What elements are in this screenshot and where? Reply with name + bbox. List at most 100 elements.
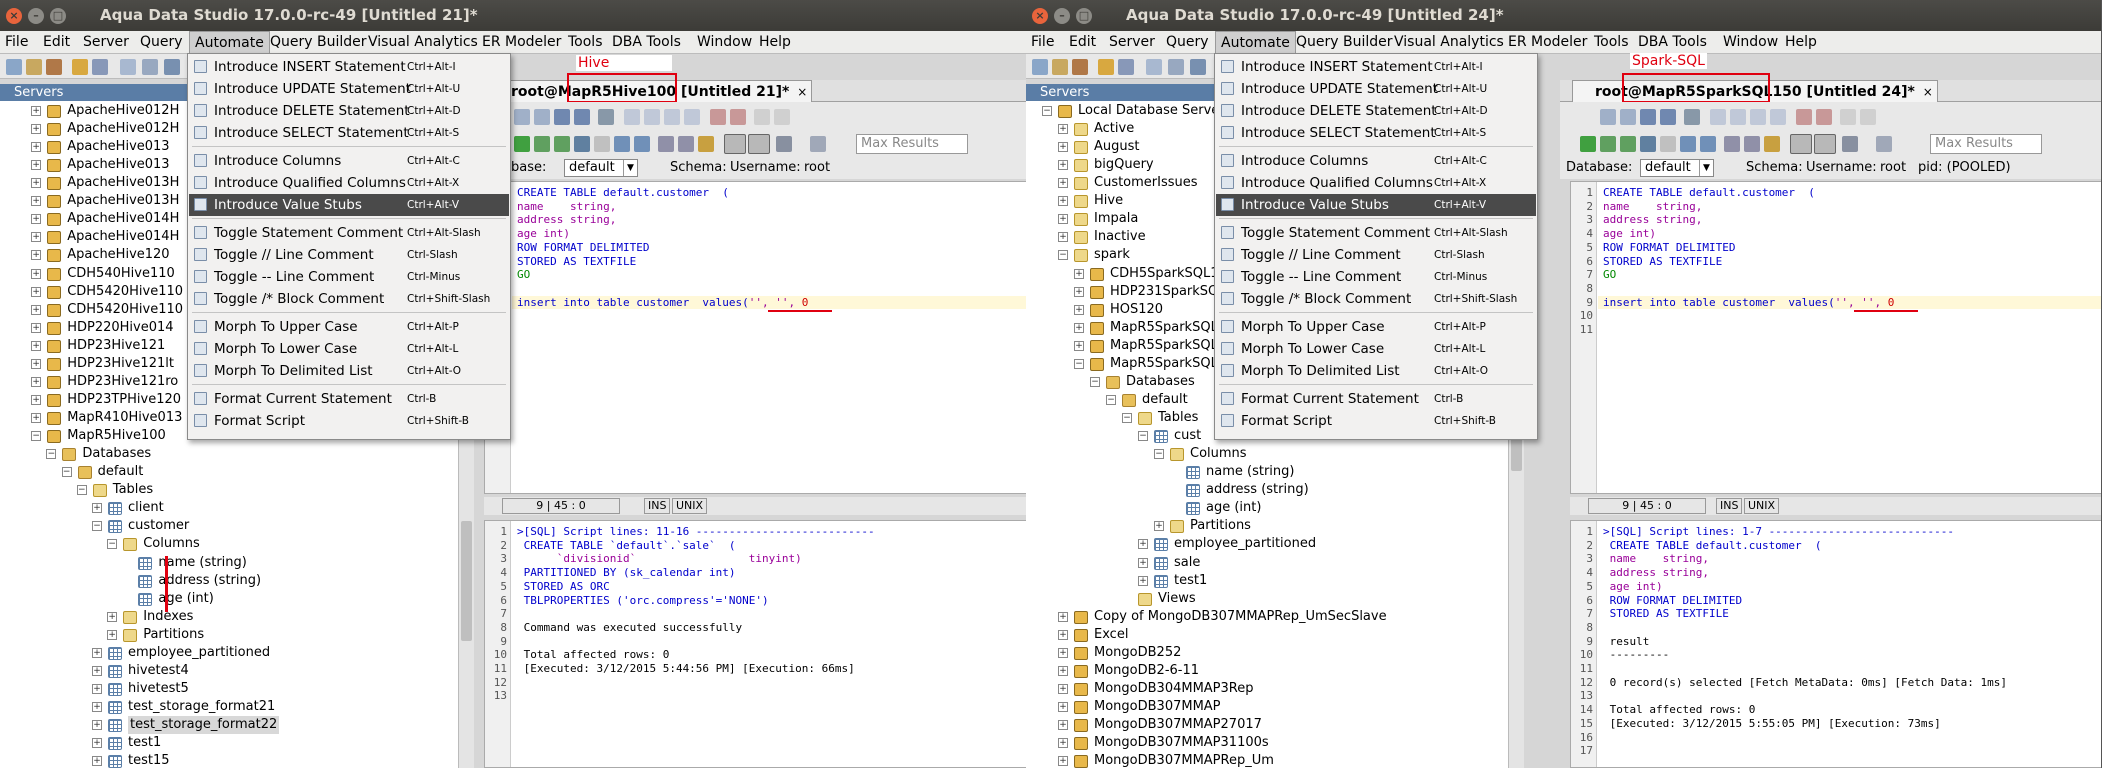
tree-node[interactable]: Excel (1094, 626, 1128, 644)
close-window-icon[interactable]: × (6, 8, 22, 24)
explain-icon[interactable] (574, 136, 590, 152)
tree-node[interactable]: address (string) (158, 572, 261, 590)
tree-node[interactable]: Databases (1126, 373, 1195, 391)
tree-node[interactable]: ApacheHive013H (67, 192, 179, 210)
tree-node[interactable]: bigQuery (1094, 156, 1154, 174)
tree-node[interactable]: Hive (1094, 192, 1123, 210)
tree-node[interactable]: hivetest4 (128, 662, 189, 680)
tree-node[interactable]: ApacheHive013 (67, 156, 169, 174)
menu-window[interactable]: Window (1718, 31, 1783, 54)
expand-icon[interactable]: + (1138, 575, 1148, 586)
expand-icon[interactable]: + (1154, 521, 1164, 532)
tree-node[interactable]: HDP23TPHive120 (67, 391, 181, 409)
collapse-icon[interactable]: − (1042, 106, 1052, 116)
tree-node[interactable]: MapR410Hive013 (67, 409, 182, 427)
menu-item-format-current-statement[interactable]: Format Current Statement Ctrl-B (1216, 388, 1536, 410)
expand-icon[interactable]: + (1074, 304, 1084, 315)
expand-icon[interactable]: + (31, 358, 42, 369)
find-icon[interactable] (684, 109, 700, 125)
menu-item-introduce-qualified-columns[interactable]: Introduce Qualified Columns Ctrl+Alt-X (1216, 172, 1536, 194)
collapse-icon[interactable]: − (1138, 431, 1148, 442)
menu-item-format-script[interactable]: Format Script Ctrl+Shift-B (189, 410, 509, 432)
menu-item-morph-to-delimited-list[interactable]: Morph To Delimited List Ctrl+Alt-O (189, 360, 509, 382)
menu-dba-tools[interactable]: DBA Tools (607, 31, 686, 54)
edit-server-icon[interactable] (1052, 59, 1068, 75)
tree-node[interactable]: August (1094, 138, 1140, 156)
cut-icon[interactable] (1730, 109, 1746, 125)
expand-icon[interactable]: + (1058, 196, 1068, 207)
expand-icon[interactable]: + (31, 286, 42, 297)
redo-icon[interactable] (730, 109, 746, 125)
expand-icon[interactable]: + (31, 304, 42, 315)
tree-node[interactable]: MapR5SparkSQL1 (1110, 319, 1226, 337)
expand-icon[interactable]: + (1138, 539, 1148, 550)
expand-icon[interactable]: + (1058, 178, 1068, 189)
expand-icon[interactable]: + (92, 647, 102, 658)
menu-item-introduce-value-stubs[interactable]: Introduce Value Stubs Ctrl+Alt-V (1216, 194, 1536, 216)
menu-item-morph-to-lower-case[interactable]: Morph To Lower Case Ctrl+Alt-L (189, 338, 509, 360)
menu-item-morph-to-delimited-list[interactable]: Morph To Delimited List Ctrl+Alt-O (1216, 360, 1536, 382)
menu-server[interactable]: Server (1104, 31, 1160, 54)
menu-visual-analytics[interactable]: Visual Analytics (1389, 31, 1509, 54)
results-tree-icon[interactable] (698, 136, 714, 152)
paste-icon[interactable] (664, 109, 680, 125)
menu-query-builder[interactable]: Query Builder (1291, 31, 1398, 54)
tree-node[interactable]: MongoDB252 (1094, 644, 1181, 662)
expand-icon[interactable]: + (1058, 142, 1068, 153)
tree-node[interactable]: CDH5420Hive110 (67, 301, 183, 319)
tree-node[interactable]: Inactive (1094, 228, 1146, 246)
execute-icon[interactable] (514, 136, 530, 152)
database-select[interactable]: default ▼ (1640, 159, 1714, 177)
menu-item-morph-to-lower-case[interactable]: Morph To Lower Case Ctrl+Alt-L (1216, 338, 1536, 360)
tree-node[interactable]: HDP231SparkSQL (1110, 283, 1226, 301)
expand-icon[interactable]: + (1058, 738, 1068, 749)
expand-icon[interactable]: + (92, 720, 102, 731)
er-icon[interactable] (164, 59, 180, 75)
menu-query-builder[interactable]: Query Builder (265, 31, 372, 54)
menu-query[interactable]: Query (1161, 31, 1214, 54)
expand-icon[interactable]: + (1074, 268, 1084, 279)
open-icon[interactable] (1620, 109, 1636, 125)
tree-node[interactable]: MongoDB307MMAP (1094, 698, 1221, 716)
print-icon[interactable] (598, 109, 614, 125)
sql-editor[interactable]: 123456789CREATE TABLE default.customer (… (484, 181, 1049, 494)
menu-item-toggle-line-comment[interactable]: Toggle -- Line Comment Ctrl-Minus (1216, 266, 1536, 288)
query-window-icon[interactable] (120, 59, 136, 75)
execute-edit-icon[interactable] (1620, 136, 1636, 152)
disconnect-icon[interactable] (1118, 59, 1134, 75)
tree-node[interactable]: Copy of MongoDB307MMAPRep_UmSecSlave (1094, 608, 1387, 626)
tree-node[interactable]: test15 (128, 752, 170, 768)
font-smaller-icon[interactable] (774, 109, 790, 125)
close-window-icon[interactable]: × (1032, 8, 1048, 24)
remove-server-icon[interactable] (46, 59, 62, 75)
expand-icon[interactable]: + (107, 629, 118, 640)
undo-icon[interactable] (710, 109, 726, 125)
menu-item-introduce-select-statement[interactable]: Introduce SELECT Statement Ctrl+Alt-S (1216, 122, 1536, 144)
tree-node[interactable]: Partitions (143, 626, 204, 644)
tree-node[interactable]: Local Database Servers (1078, 102, 1231, 120)
split-horizontal-icon[interactable] (1814, 134, 1836, 154)
tree-node[interactable]: MongoDB304MMAP3Rep (1094, 680, 1254, 698)
new-server-icon[interactable] (1032, 59, 1048, 75)
sql-editor[interactable]: 1 2 3 4 5 6 7 8 9 10 11 CREATE TABLE default.custom… (1570, 181, 2101, 494)
expand-icon[interactable]: + (31, 250, 42, 261)
tree-node[interactable]: client (128, 499, 164, 517)
copy-icon[interactable] (1710, 109, 1726, 125)
stop-icon[interactable] (1660, 136, 1676, 152)
query-window-icon[interactable] (1146, 59, 1162, 75)
expand-icon[interactable]: + (1058, 629, 1068, 640)
tree-node[interactable]: CDH5SparkSQL14 (1110, 265, 1227, 283)
collapse-icon[interactable]: − (92, 521, 102, 532)
split-vertical-icon[interactable] (724, 134, 746, 154)
menu-item-introduce-insert-statement[interactable]: Introduce INSERT Statement Ctrl+Alt-I (189, 56, 509, 78)
tree-node[interactable]: ApacheHive012H (67, 120, 179, 138)
tree-node[interactable]: CustomerIssues (1094, 174, 1198, 192)
tree-node[interactable]: ApacheHive014H (67, 228, 179, 246)
expand-icon[interactable]: + (1058, 756, 1068, 767)
rollback-icon[interactable] (1700, 136, 1716, 152)
cut-icon[interactable] (644, 109, 660, 125)
tree-node[interactable]: employee_partitioned (1174, 535, 1316, 553)
menu-item-toggle-statement-comment[interactable]: Toggle Statement Comment Ctrl+Alt-Slash (1216, 222, 1536, 244)
tree-node[interactable]: spark (1094, 246, 1130, 264)
expand-icon[interactable]: + (1138, 557, 1148, 568)
